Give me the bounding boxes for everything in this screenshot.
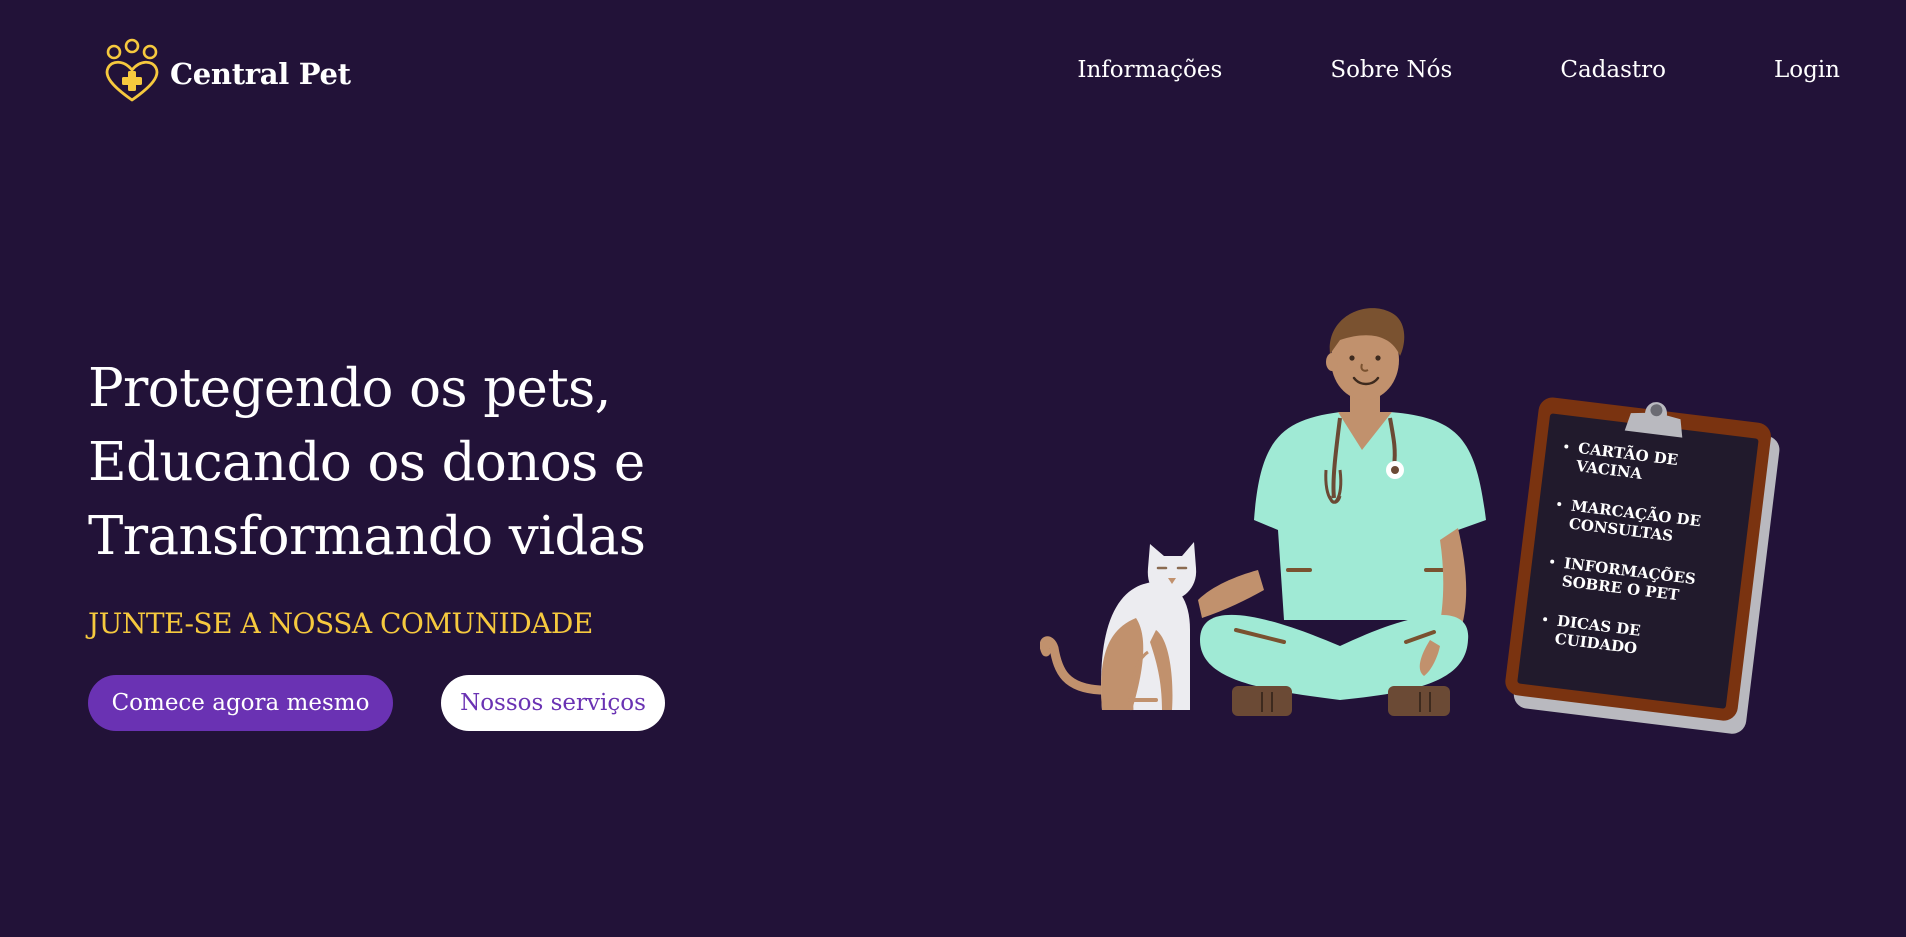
brand-name: Central Pet xyxy=(170,57,351,91)
list-item: INFORMAÇÕES SOBRE O PET xyxy=(1547,552,1732,610)
brand-logo-link[interactable]: Central Pet xyxy=(102,38,351,104)
hero-title-line-2: Educando os donos e xyxy=(88,432,645,493)
hero-subtitle: JUNTE-SE A NOSSA COMUNIDADE xyxy=(88,607,593,640)
clipboard-feature-list: CARTÃO DE VACINA MARCAÇÃO DE CONSULTAS I… xyxy=(1522,413,1759,669)
hero-title: Protegendo os pets, Educando os donos e … xyxy=(88,352,646,574)
clipboard-paper: CARTÃO DE VACINA MARCAÇÃO DE CONSULTAS I… xyxy=(1517,413,1759,709)
clipboard-board: CARTÃO DE VACINA MARCAÇÃO DE CONSULTAS I… xyxy=(1503,395,1773,723)
clipboard-clip-icon xyxy=(1624,402,1683,438)
hero-title-line-1: Protegendo os pets, xyxy=(88,358,611,419)
nav-item-informacoes[interactable]: Informações xyxy=(1077,52,1222,88)
nav-item-cadastro[interactable]: Cadastro xyxy=(1560,52,1666,88)
list-item: CARTÃO DE VACINA xyxy=(1561,437,1746,495)
our-services-button[interactable]: Nossos serviços xyxy=(441,675,665,731)
nav-item-login[interactable]: Login xyxy=(1774,52,1840,88)
nav-item-sobre-nos[interactable]: Sobre Nós xyxy=(1330,52,1452,88)
hero-title-line-3: Transformando vidas xyxy=(88,506,646,567)
main-nav: Informações Sobre Nós Cadastro Login xyxy=(1077,52,1840,88)
list-item: DICAS DE CUIDADO xyxy=(1540,610,1725,668)
start-now-button[interactable]: Comece agora mesmo xyxy=(88,675,393,731)
paw-heart-cross-icon xyxy=(105,38,159,102)
clipboard-illustration: CARTÃO DE VACINA MARCAÇÃO DE CONSULTAS I… xyxy=(1502,395,1789,742)
list-item: MARCAÇÃO DE CONSULTAS xyxy=(1554,495,1739,553)
